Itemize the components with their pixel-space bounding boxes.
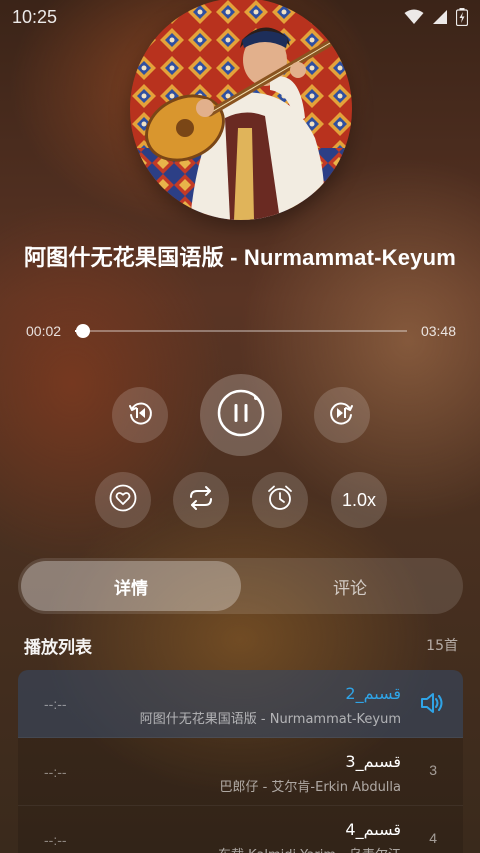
progress-row: 00:02 03:48 (26, 320, 456, 342)
track-name: قسىم_3 (345, 752, 401, 771)
list-item[interactable]: --:-- قسىم_3 巴郎仔 - 艾尔肯-Erkin Abdulla 3 (18, 738, 463, 806)
list-item[interactable]: --:-- قسىم_2 阿图什无花果国语版 - Nurmammat-Keyum (18, 670, 463, 738)
track-index: 3 (429, 762, 437, 778)
song-title: 阿图什无花果国语版 - Nurmammat-Keyum (23, 245, 456, 270)
previous-button[interactable] (112, 387, 168, 443)
repeat-icon (185, 483, 217, 517)
track-name: قسىم_4 (345, 820, 401, 839)
playlist-header: 播放列表 15首 (24, 632, 458, 658)
alarm-clock-icon (265, 483, 295, 517)
tab-bar: 详情 评论 (18, 558, 463, 614)
status-icons (404, 8, 468, 26)
wifi-icon (404, 9, 424, 25)
list-item[interactable]: --:-- قسىم_4 东载 Kalmidi Yarim - 乌麦尔江 4 (18, 806, 463, 853)
pause-icon (215, 387, 267, 443)
track-duration: --:-- (44, 696, 67, 712)
track-artist: 阿图什无花果国语版 - Nurmammat-Keyum (139, 712, 401, 727)
track-artist: 东载 Kalmidi Yarim - 乌麦尔江 (218, 844, 401, 853)
progress-bar[interactable] (75, 324, 407, 338)
progress-thumb[interactable] (76, 324, 91, 338)
track-artist: 巴郎仔 - 艾尔肯-Erkin Abdulla (219, 780, 401, 795)
favorite-button[interactable] (95, 472, 151, 528)
pause-button[interactable] (200, 374, 282, 456)
speed-label: 1.0x (341, 489, 377, 510)
tab-details[interactable]: 详情 (21, 561, 241, 611)
status-time: 10:25 (12, 6, 58, 27)
playlist-title: 播放列表 (24, 637, 92, 658)
speed-button[interactable]: 1.0x (331, 472, 387, 528)
speaker-icon (419, 690, 445, 720)
time-total: 03:48 (420, 323, 456, 339)
track-index: 4 (429, 830, 437, 846)
next-button[interactable] (314, 387, 370, 443)
sleep-timer-button[interactable] (252, 472, 308, 528)
track-duration: --:-- (44, 832, 67, 848)
skip-back-icon (125, 398, 155, 432)
skip-forward-icon (327, 398, 357, 432)
repeat-button[interactable] (173, 472, 229, 528)
battery-icon (456, 8, 468, 26)
track-duration: --:-- (44, 764, 67, 780)
track-name: قسىم_2 (345, 684, 401, 703)
playlist-count: 15首 (426, 638, 458, 654)
tab-comments[interactable]: 评论 (240, 561, 460, 611)
album-cover[interactable] (130, 0, 352, 220)
heart-icon (108, 483, 138, 517)
signal-icon (432, 9, 448, 25)
time-current: 00:02 (26, 323, 62, 339)
playlist: --:-- قسىم_2 阿图什无花果国语版 - Nurmammat-Keyum… (18, 670, 463, 853)
